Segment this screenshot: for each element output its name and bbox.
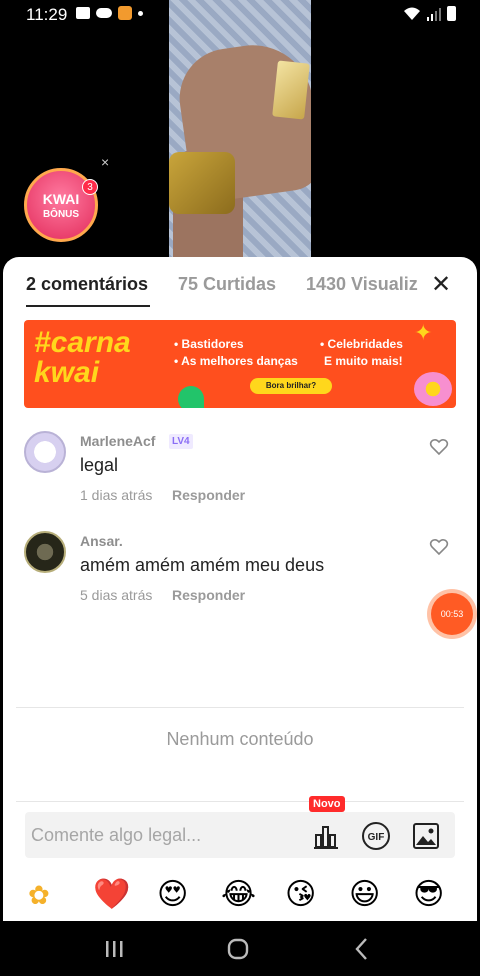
reply-button[interactable]: Responder	[172, 487, 245, 503]
banner-title-line1: #carna	[34, 326, 131, 359]
comment-item: MarleneAcf LV4 legal 1 dias atrás Respon…	[3, 431, 477, 521]
tab-views[interactable]: 1430 Visualiz	[306, 274, 424, 295]
leaf-icon	[178, 386, 204, 408]
video-watch	[169, 152, 235, 214]
battery-icon	[447, 6, 456, 21]
kwai-bonus-button[interactable]: KWAI BÔNUS 3	[24, 168, 98, 242]
close-icon[interactable]: ✕	[431, 270, 451, 299]
carnakwai-banner[interactable]: #carna kwai • Bastidores • As melhores d…	[24, 320, 456, 408]
comment-time: 5 dias atrás	[80, 587, 153, 603]
avatar[interactable]	[24, 531, 66, 573]
kwai-bonus-subtitle: BÔNUS	[42, 209, 80, 220]
reply-button[interactable]: Responder	[172, 587, 245, 603]
banner-right-list: • Celebridades E muito mais!	[320, 336, 403, 370]
system-nav-bar	[0, 921, 480, 976]
comment-text: amém amém amém meu deus	[80, 555, 325, 575]
new-badge: Novo	[309, 796, 345, 812]
recent-apps-icon[interactable]	[99, 935, 129, 963]
comments-sheet: 2 comentários 75 Curtidas 1430 Visualiz …	[3, 257, 477, 921]
emoji-cool[interactable]: 😎	[413, 875, 444, 915]
comment-text: legal	[80, 455, 119, 475]
back-icon[interactable]	[347, 935, 377, 963]
comment-time: 1 dias atrás	[80, 487, 153, 503]
home-icon[interactable]	[223, 935, 253, 963]
star-icon: ✦	[414, 320, 433, 345]
banner-title-line2: kwai	[34, 356, 100, 389]
emoji-heart-eyes[interactable]: 😍	[157, 875, 188, 915]
kwai-sticker-icon[interactable]: ✿	[28, 875, 50, 915]
app-notification-icon	[118, 6, 132, 20]
emoji-heart[interactable]: ❤️	[93, 875, 130, 915]
poll-icon[interactable]	[311, 821, 341, 851]
notification-icons	[76, 6, 143, 20]
tab-bar: 2 comentários 75 Curtidas 1430 Visualiz …	[3, 257, 477, 307]
heart-icon[interactable]	[429, 537, 449, 557]
tab-underline	[26, 305, 150, 307]
gif-icon[interactable]: GIF	[361, 821, 391, 851]
status-time: 11:29	[26, 5, 68, 24]
divider	[16, 801, 464, 802]
flower-icon	[414, 372, 452, 406]
heart-icon[interactable]	[429, 437, 449, 457]
camera-icon	[76, 7, 90, 19]
banner-left-list: • Bastidores • As melhores danças	[174, 336, 298, 370]
cloud-icon	[96, 8, 112, 18]
system-icons	[403, 6, 456, 21]
comment-username[interactable]: MarleneAcf	[80, 433, 155, 449]
banner-item: E muito mais!	[324, 354, 403, 368]
comment-username[interactable]: Ansar.	[80, 533, 123, 549]
empty-message: Nenhum conteúdo	[166, 729, 314, 749]
comment-input-bar: Novo GIF	[25, 796, 455, 858]
avatar[interactable]	[24, 431, 66, 473]
tab-likes[interactable]: 75 Curtidas	[178, 274, 276, 295]
comment-item: Ansar. amém amém amém meu deus 5 dias at…	[3, 531, 477, 621]
video-gold-bar	[272, 60, 310, 120]
emoji-row: ✿ ❤️ 😍 😂 😘 😃 😎	[3, 875, 477, 915]
timer-button[interactable]: 00:53	[431, 593, 473, 635]
banner-item: • Celebridades	[320, 337, 403, 351]
tab-comments[interactable]: 2 comentários	[26, 274, 148, 295]
image-icon[interactable]	[411, 821, 441, 851]
video-preview[interactable]	[169, 0, 311, 262]
kwai-bonus-close-icon[interactable]: ×	[101, 154, 109, 170]
wifi-icon	[404, 7, 420, 20]
banner-item: • As melhores danças	[174, 354, 298, 368]
emoji-kiss[interactable]: 😘	[285, 875, 316, 915]
banner-item: • Bastidores	[174, 337, 244, 351]
emoji-laughing[interactable]: 😂	[221, 875, 256, 915]
signal-icon	[427, 8, 441, 21]
comment-input[interactable]	[31, 818, 305, 852]
level-badge: LV4	[169, 434, 193, 449]
banner-title: #carna kwai	[34, 328, 154, 388]
kwai-bonus-badge: 3	[82, 179, 98, 195]
divider	[16, 707, 464, 708]
gif-label: GIF	[368, 832, 385, 843]
emoji-smile[interactable]: 😃	[349, 875, 380, 915]
more-notifications-icon	[138, 10, 143, 16]
banner-cta-button[interactable]: Bora brilhar?	[250, 378, 332, 394]
